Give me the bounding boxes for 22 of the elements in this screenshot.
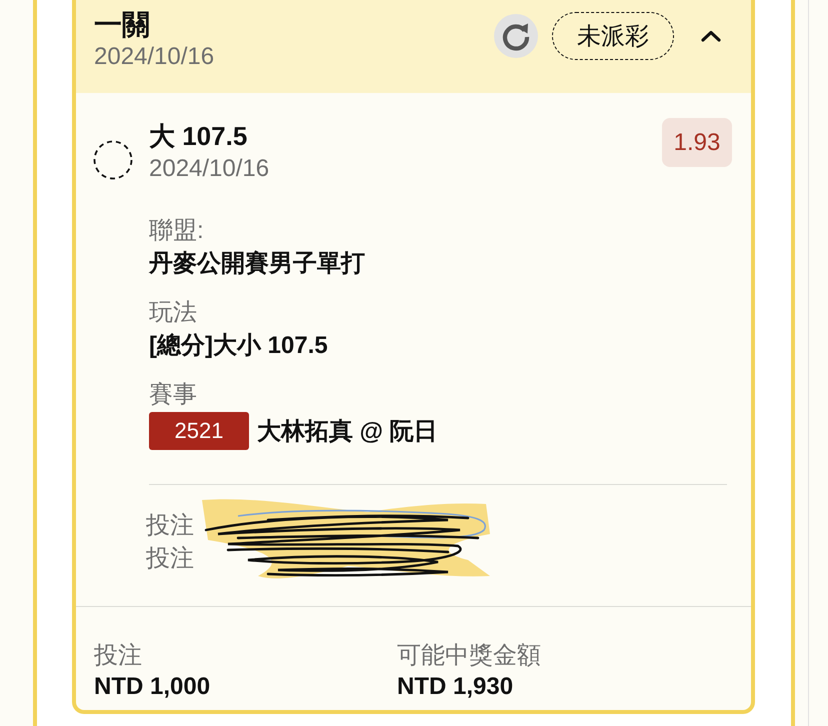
bet-info-label: 投注 (146, 544, 194, 574)
field-value: [總分]大小 107.5 (149, 331, 329, 361)
match-id-badge: 2521 (149, 412, 249, 450)
chevron-up-icon[interactable] (701, 30, 721, 42)
summary-value: NTD 1,000 (94, 672, 212, 702)
field-label: 玩法 (149, 298, 198, 328)
field-value: 丹麥公開賽男子單打 (149, 249, 366, 279)
summary-value: NTD 1,930 (397, 672, 514, 702)
bet-date: 2024/10/16 (94, 42, 214, 72)
odds-badge: 1.93 (662, 118, 732, 167)
selection-pick: 大 107.5 (149, 120, 248, 153)
bet-info-label: 投注 (146, 511, 194, 541)
field-label: 聯盟: (149, 216, 205, 246)
summary-label: 投注 (94, 641, 143, 671)
summary-label: 可能中獎金額 (397, 641, 542, 671)
selection-date: 2024/10/16 (149, 154, 270, 184)
bet-type-title: 一關 (94, 8, 151, 42)
status-badge: 未派彩 (552, 12, 674, 60)
dashed-circle-icon (93, 140, 133, 180)
refresh-icon[interactable] (494, 14, 538, 58)
field-label: 賽事 (149, 380, 198, 410)
match-teams: 大林拓真 @ 阮日 (257, 417, 438, 447)
